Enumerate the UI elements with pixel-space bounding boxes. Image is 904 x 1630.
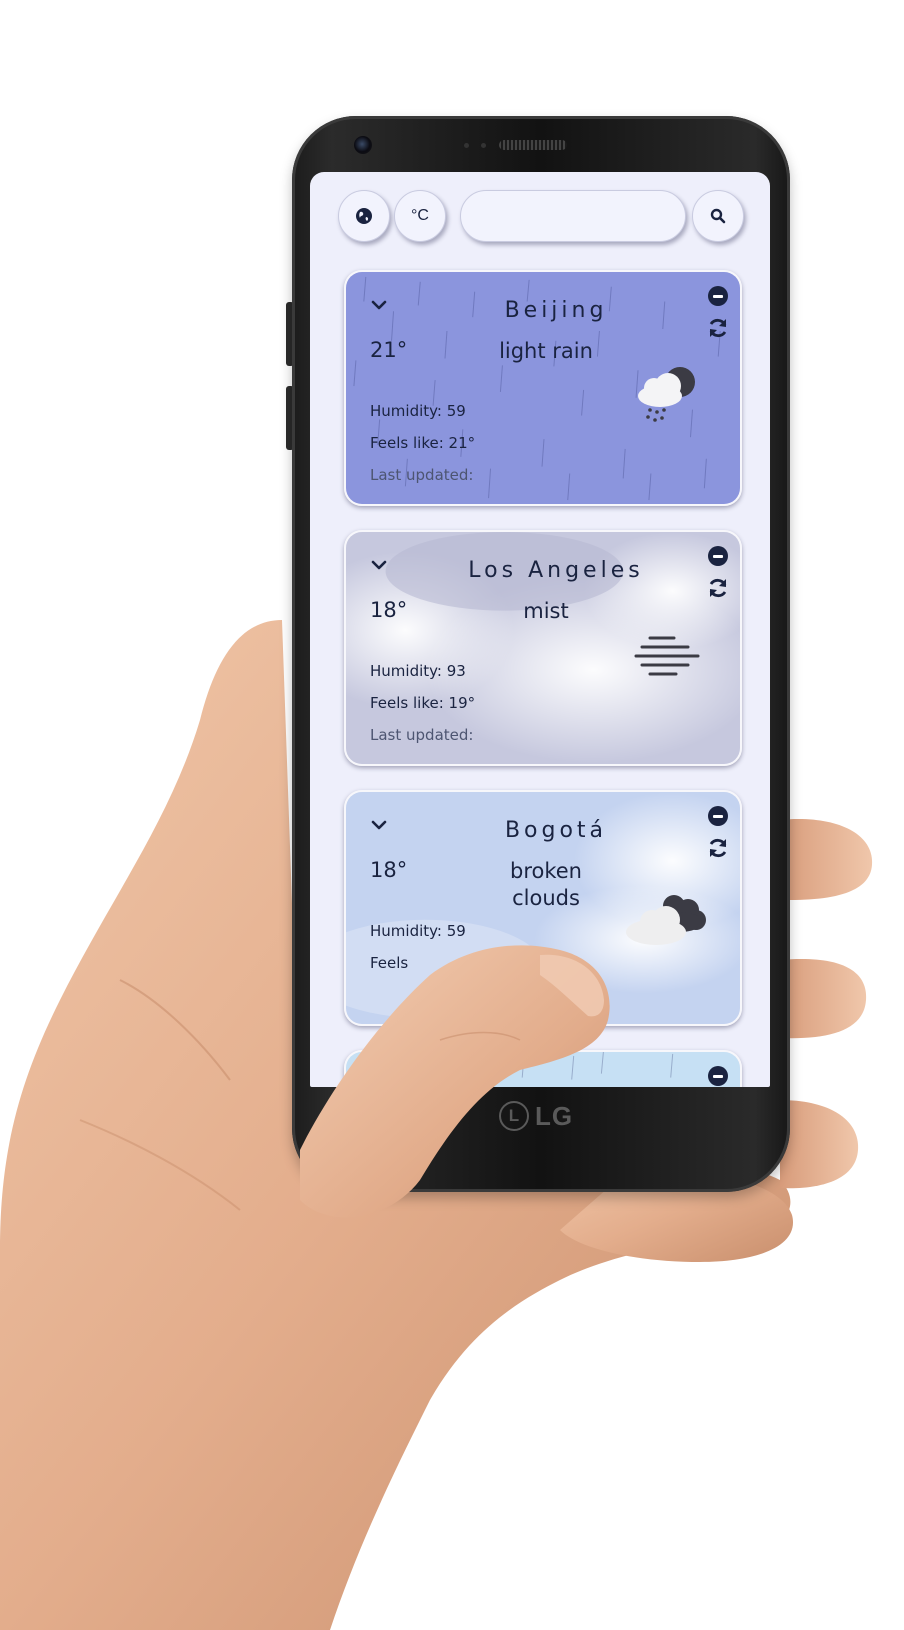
weather-description: light rain bbox=[499, 339, 593, 363]
humidity: Humidity: 93 bbox=[370, 662, 466, 680]
unit-toggle-button[interactable]: °C bbox=[394, 190, 446, 242]
weather-description-line: clouds bbox=[512, 886, 580, 910]
city-name: Bogotá bbox=[504, 818, 608, 843]
mist-icon bbox=[634, 636, 700, 676]
location-button[interactable] bbox=[338, 190, 390, 242]
feels-like: Feels like: 21° bbox=[370, 434, 476, 452]
weather-description: mist bbox=[523, 599, 569, 623]
broken-clouds-icon bbox=[626, 895, 706, 945]
chevron-down-icon[interactable] bbox=[368, 554, 390, 576]
toolbar: °C bbox=[310, 172, 770, 282]
globe-icon bbox=[356, 208, 372, 224]
remove-city-button[interactable] bbox=[708, 806, 728, 826]
refresh-icon[interactable] bbox=[706, 576, 730, 600]
humidity: Humidity: 59 bbox=[370, 402, 466, 420]
temperature: 18° bbox=[370, 598, 408, 622]
rain-background bbox=[346, 1052, 740, 1087]
light-sensor bbox=[481, 143, 486, 148]
brand-text: LG bbox=[535, 1100, 574, 1131]
temperature: 21° bbox=[370, 338, 408, 362]
remove-city-button[interactable] bbox=[708, 546, 728, 566]
weather-card-partial[interactable] bbox=[344, 1050, 742, 1087]
weather-card-los-angeles[interactable]: Los Angeles 18° mist Humidity: 93 Feels … bbox=[344, 530, 742, 766]
app-screen[interactable]: °C Beijing 21° light rain Humidity: 59 F… bbox=[310, 172, 770, 1087]
last-updated: Last updated: bbox=[370, 466, 474, 484]
weather-card-bogota[interactable]: Bogotá 18° broken clouds Humidity: 59 Fe… bbox=[344, 790, 742, 1026]
weather-card-beijing[interactable]: Beijing 21° light rain Humidity: 59 Feel… bbox=[344, 270, 742, 506]
weather-description: broken clouds bbox=[476, 858, 616, 912]
earpiece-speaker bbox=[499, 140, 567, 150]
city-name: Los Angeles bbox=[468, 558, 644, 583]
search-button[interactable] bbox=[692, 190, 744, 242]
phone-frame: °C Beijing 21° light rain Humidity: 59 F… bbox=[292, 116, 790, 1192]
humidity: Humidity: 59 bbox=[370, 922, 466, 940]
search-icon bbox=[710, 208, 726, 224]
refresh-icon[interactable] bbox=[706, 316, 730, 340]
weather-description-line: broken bbox=[510, 859, 582, 883]
rain-cloud-moon-icon bbox=[638, 367, 695, 422]
feels-like: Feels bbox=[370, 954, 409, 972]
temperature: 18° bbox=[370, 858, 408, 882]
refresh-icon[interactable] bbox=[706, 836, 730, 860]
remove-city-button[interactable] bbox=[708, 1066, 728, 1086]
chevron-down-icon[interactable] bbox=[368, 814, 390, 836]
city-name: Beijing bbox=[504, 298, 608, 323]
remove-city-button[interactable] bbox=[708, 286, 728, 306]
city-search-input[interactable] bbox=[460, 190, 686, 242]
last-updated: Last updated: bbox=[370, 726, 474, 744]
proximity-sensor bbox=[464, 143, 469, 148]
front-camera bbox=[354, 136, 372, 154]
feels-like: Feels like: 19° bbox=[370, 694, 476, 712]
lg-logo-icon: L bbox=[499, 1101, 529, 1131]
chevron-down-icon[interactable] bbox=[368, 294, 390, 316]
brand-logo: L LG bbox=[499, 1098, 573, 1134]
